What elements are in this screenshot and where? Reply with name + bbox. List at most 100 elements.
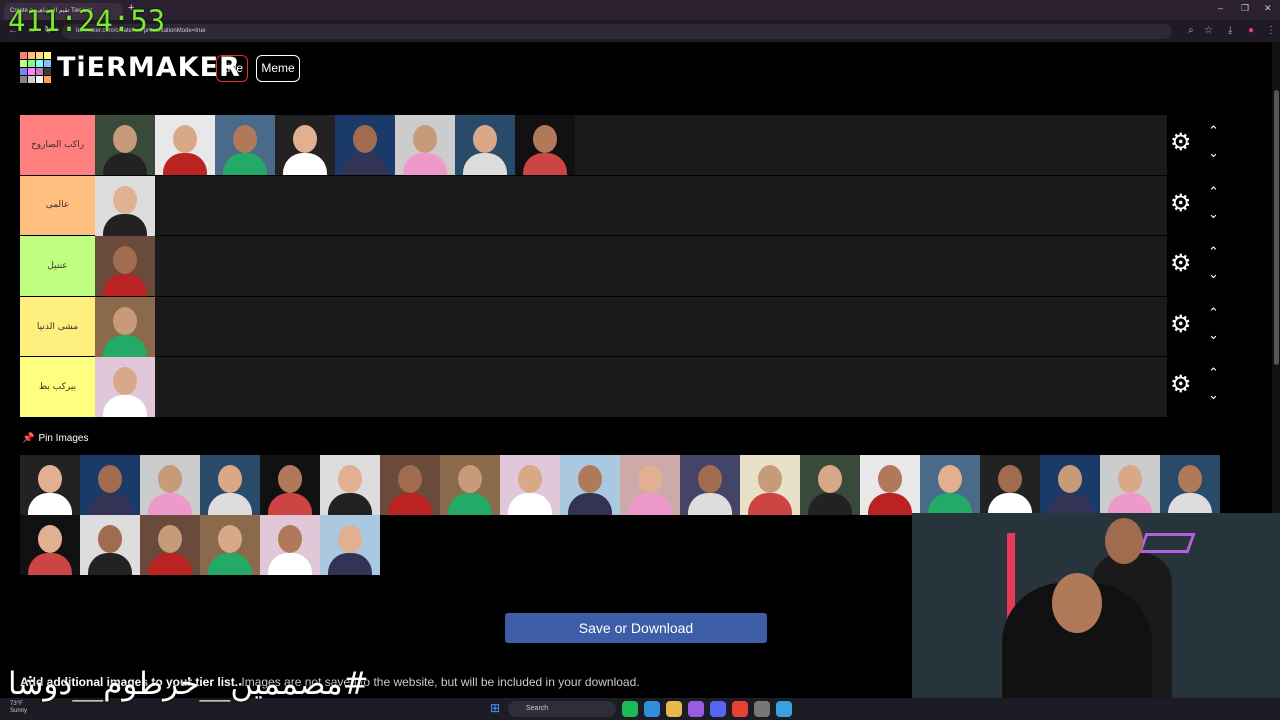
discord-icon[interactable] — [710, 701, 726, 717]
chrome-icon[interactable] — [732, 701, 748, 717]
image-figure-face — [113, 367, 137, 396]
tier-label[interactable]: بيركب بط — [20, 357, 95, 417]
pool-image[interactable] — [200, 455, 260, 515]
app-icon-2[interactable] — [776, 701, 792, 717]
chevron-down-icon[interactable]: ⌄ — [1208, 147, 1219, 160]
chevron-down-icon[interactable]: ⌄ — [1208, 268, 1219, 281]
pool-image[interactable] — [1040, 455, 1100, 515]
pool-image[interactable] — [980, 455, 1040, 515]
pool-image[interactable] — [560, 455, 620, 515]
tier-image[interactable] — [455, 115, 515, 175]
pin-images-toggle[interactable]: 📌 Pin Images — [22, 433, 88, 444]
gear-icon[interactable]: ⚙ — [1170, 252, 1192, 276]
app-icon[interactable] — [688, 701, 704, 717]
maximize-button[interactable]: ❐ — [1241, 3, 1249, 14]
image-figure-face — [818, 465, 842, 493]
windows-start-icon[interactable]: ⊞ — [490, 701, 500, 715]
folder-icon[interactable] — [666, 701, 682, 717]
pool-image[interactable] — [20, 455, 80, 515]
meme-button[interactable]: Meme — [256, 55, 300, 82]
weather-widget[interactable]: 73°F Sunny — [10, 701, 27, 715]
tier-image[interactable] — [95, 115, 155, 175]
image-figure-body — [28, 553, 72, 575]
save-download-button[interactable]: Save or Download — [505, 613, 767, 643]
profile-icon[interactable]: ● — [1248, 25, 1254, 36]
chevron-down-icon[interactable]: ⌄ — [1208, 208, 1219, 221]
gear-icon[interactable]: ⚙ — [1170, 312, 1192, 337]
tier-label[interactable]: مشى الدنيا — [20, 296, 95, 357]
chevron-up-icon[interactable]: ⌃ — [1208, 125, 1219, 138]
tier-items[interactable] — [95, 115, 575, 175]
tier-image[interactable] — [95, 296, 155, 357]
tier-image[interactable] — [515, 115, 575, 175]
pool-image[interactable] — [200, 515, 260, 575]
pool-image[interactable] — [320, 515, 380, 575]
spotify-icon[interactable] — [622, 701, 638, 717]
image-figure-body — [448, 493, 492, 515]
download-icon[interactable]: ⤓ — [1228, 25, 1232, 36]
gear-icon[interactable]: ⚙ — [1170, 373, 1192, 397]
tier-image[interactable] — [215, 115, 275, 175]
chevron-down-icon[interactable]: ⌄ — [1208, 389, 1219, 402]
chevron-down-icon[interactable]: ⌄ — [1208, 329, 1219, 342]
pool-image[interactable] — [1160, 455, 1220, 515]
tiermaker-logo[interactable]: TiERMAKER — [20, 52, 241, 83]
image-figure-body — [283, 153, 327, 175]
scrollbar-thumb[interactable] — [1274, 90, 1279, 365]
pool-image[interactable] — [260, 515, 320, 575]
pool-image[interactable] — [800, 455, 860, 515]
edge-icon[interactable] — [644, 701, 660, 717]
tier-image[interactable] — [395, 115, 455, 175]
tier-items[interactable] — [95, 296, 155, 357]
tier-image[interactable] — [95, 236, 155, 297]
image-figure-body — [328, 493, 372, 515]
chevron-up-icon[interactable]: ⌃ — [1208, 246, 1219, 259]
pool-image[interactable] — [740, 455, 800, 515]
pool-image[interactable] — [20, 515, 80, 575]
chevron-up-icon[interactable]: ⌃ — [1208, 367, 1219, 380]
tier-label[interactable]: راكب الصاروخ — [20, 115, 95, 175]
pool-image[interactable] — [440, 455, 500, 515]
close-window-button[interactable]: ✕ — [1264, 3, 1272, 14]
pool-image[interactable] — [80, 455, 140, 515]
minimize-button[interactable]: – — [1218, 3, 1223, 13]
taskbar-search[interactable]: Search — [508, 701, 616, 717]
pool-image[interactable] — [920, 455, 980, 515]
pool-image[interactable] — [860, 455, 920, 515]
tier-label[interactable]: عالمى — [20, 175, 95, 236]
pool-image[interactable] — [320, 455, 380, 515]
pool-image[interactable] — [380, 455, 440, 515]
pool-image[interactable] — [500, 455, 560, 515]
url-field[interactable]: tiermaker.com/create/... ?presentationMo… — [62, 24, 1172, 39]
tier-label[interactable]: عنتيل — [20, 236, 95, 296]
tier-image[interactable] — [95, 357, 155, 418]
settings-app-icon[interactable] — [754, 701, 770, 717]
zoom-icon[interactable]: ⌕ — [1188, 25, 1194, 36]
pool-image[interactable] — [140, 515, 200, 575]
pool-image[interactable] — [80, 515, 140, 575]
tier-items[interactable] — [95, 236, 155, 297]
logo-square — [44, 68, 51, 75]
pin-icon: 📌 — [22, 433, 35, 444]
tier-items[interactable] — [95, 357, 155, 418]
bookmark-star-icon[interactable]: ☆ — [1204, 25, 1213, 36]
pool-image[interactable] — [1100, 455, 1160, 515]
tier-image[interactable] — [335, 115, 395, 175]
pool-image[interactable] — [140, 455, 200, 515]
chevron-up-icon[interactable]: ⌃ — [1208, 307, 1219, 320]
gear-icon[interactable]: ⚙ — [1170, 191, 1192, 216]
tier-image[interactable] — [95, 175, 155, 236]
tier-image[interactable] — [155, 115, 215, 175]
image-figure-body — [343, 153, 387, 175]
pool-image[interactable] — [620, 455, 680, 515]
tier-items[interactable] — [95, 175, 155, 236]
tier-image[interactable] — [275, 115, 335, 175]
live-button[interactable]: Live — [216, 55, 248, 82]
menu-icon[interactable]: ⋮ — [1266, 25, 1276, 36]
gear-icon[interactable]: ⚙ — [1170, 131, 1192, 155]
pool-image[interactable] — [260, 455, 320, 515]
image-figure-face — [113, 125, 137, 153]
pool-image[interactable] — [680, 455, 740, 515]
chevron-up-icon[interactable]: ⌃ — [1208, 186, 1219, 199]
logo-square — [28, 60, 35, 67]
